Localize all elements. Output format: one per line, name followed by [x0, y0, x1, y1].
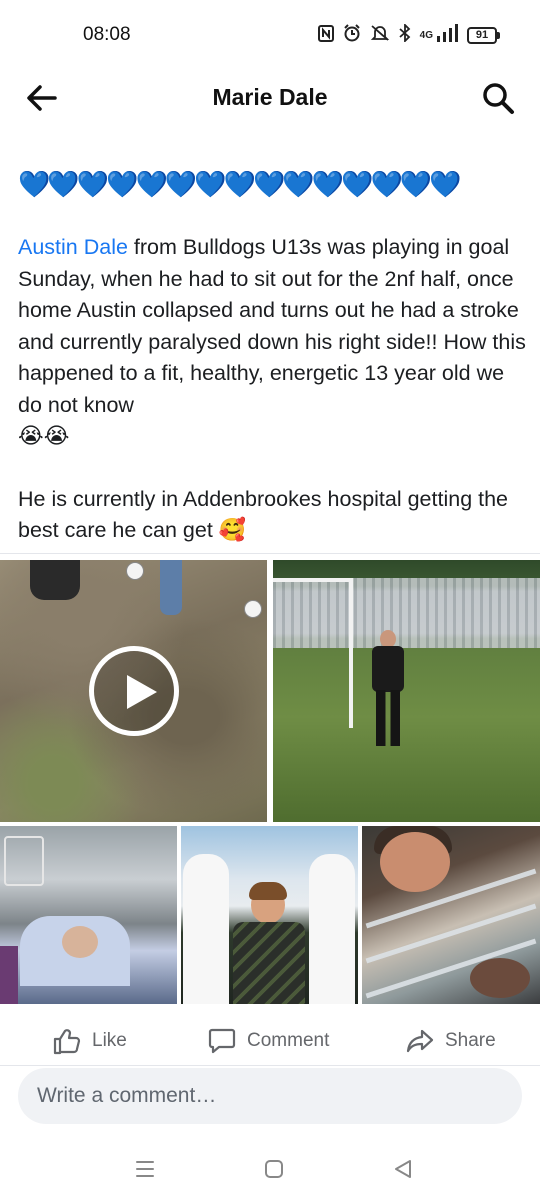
play-icon[interactable] [89, 646, 179, 736]
battery-level: 91 [467, 26, 497, 44]
post-actions: Like Comment Share [0, 1016, 540, 1066]
post-paragraph-1: Austin Dale from Bulldogs U13s was playi… [18, 232, 528, 453]
photo-bedside[interactable] [362, 826, 540, 1004]
patient-head [62, 926, 98, 958]
back-icon [395, 1160, 411, 1178]
share-arrow-icon [406, 1029, 434, 1053]
child-figure [160, 560, 182, 615]
football-image [126, 562, 144, 580]
share-button[interactable]: Share [405, 1026, 496, 1056]
system-back-button[interactable] [390, 1156, 416, 1182]
alarm-icon [343, 24, 361, 46]
thumbs-up-icon [53, 1029, 81, 1055]
media-divider [0, 553, 540, 554]
status-icons: 4G 91 [317, 22, 500, 46]
bluetooth-icon [399, 22, 411, 46]
photo-hospital-bed[interactable] [0, 826, 177, 1004]
nurse-figure [183, 854, 229, 1004]
photo-nurses[interactable] [181, 826, 358, 1004]
status-time: 08:08 [83, 24, 131, 45]
page-title: Marie Dale [212, 84, 328, 110]
like-button[interactable]: Like [52, 1026, 127, 1056]
comment-button[interactable]: Comment [207, 1026, 329, 1056]
post-paragraph-2: He is currently in Addenbrookes hospital… [18, 484, 528, 547]
paragraph-1-text: from Bulldogs U13s was playing in goal S… [18, 235, 526, 417]
face-image [380, 832, 450, 892]
child-figure [30, 560, 80, 600]
comment-label: Comment [247, 1030, 330, 1051]
bed-rail [365, 903, 537, 964]
header: Marie Dale [0, 70, 540, 126]
network-label: 4G [419, 29, 433, 41]
hearts-face-emoji: 🥰 [218, 518, 247, 543]
goalkeeper-figure [368, 630, 408, 750]
speech-bubble-icon [208, 1028, 236, 1054]
goal-image [273, 578, 353, 728]
menu-icon [136, 1161, 154, 1177]
nurse-figure [309, 854, 355, 1004]
person-image [470, 958, 530, 998]
share-label: Share [445, 1030, 496, 1051]
bed-frame [0, 946, 18, 1004]
battery-icon: 91 [467, 26, 500, 44]
like-label: Like [92, 1030, 127, 1051]
monitor-image [4, 836, 44, 886]
home-button[interactable] [261, 1156, 287, 1182]
post-hearts: 💙💙💙💙💙💙💙💙💙💙💙💙💙💙💙 [18, 170, 462, 200]
comment-box[interactable] [18, 1068, 522, 1124]
search-button[interactable] [480, 80, 516, 116]
boy-figure [229, 882, 309, 1004]
mention-link[interactable]: Austin Dale [18, 235, 128, 259]
home-icon [265, 1160, 283, 1178]
video-thumbnail[interactable] [0, 560, 267, 822]
search-icon [483, 83, 514, 114]
signal-icon [436, 24, 458, 46]
post-body: Austin Dale from Bulldogs U13s was playi… [18, 232, 528, 578]
status-bar: 08:08 4G 91 [0, 0, 540, 70]
comment-input[interactable] [37, 1084, 503, 1108]
crying-emoji: 😭😭 [18, 424, 70, 449]
football-image [244, 600, 262, 618]
nfc-icon [317, 24, 334, 46]
menu-button[interactable] [132, 1156, 158, 1182]
photo-goalkeeper[interactable] [273, 560, 540, 822]
system-nav-bar [0, 1140, 540, 1200]
mute-icon [370, 24, 390, 46]
paragraph-2-text: He is currently in Addenbrookes hospital… [18, 486, 509, 543]
